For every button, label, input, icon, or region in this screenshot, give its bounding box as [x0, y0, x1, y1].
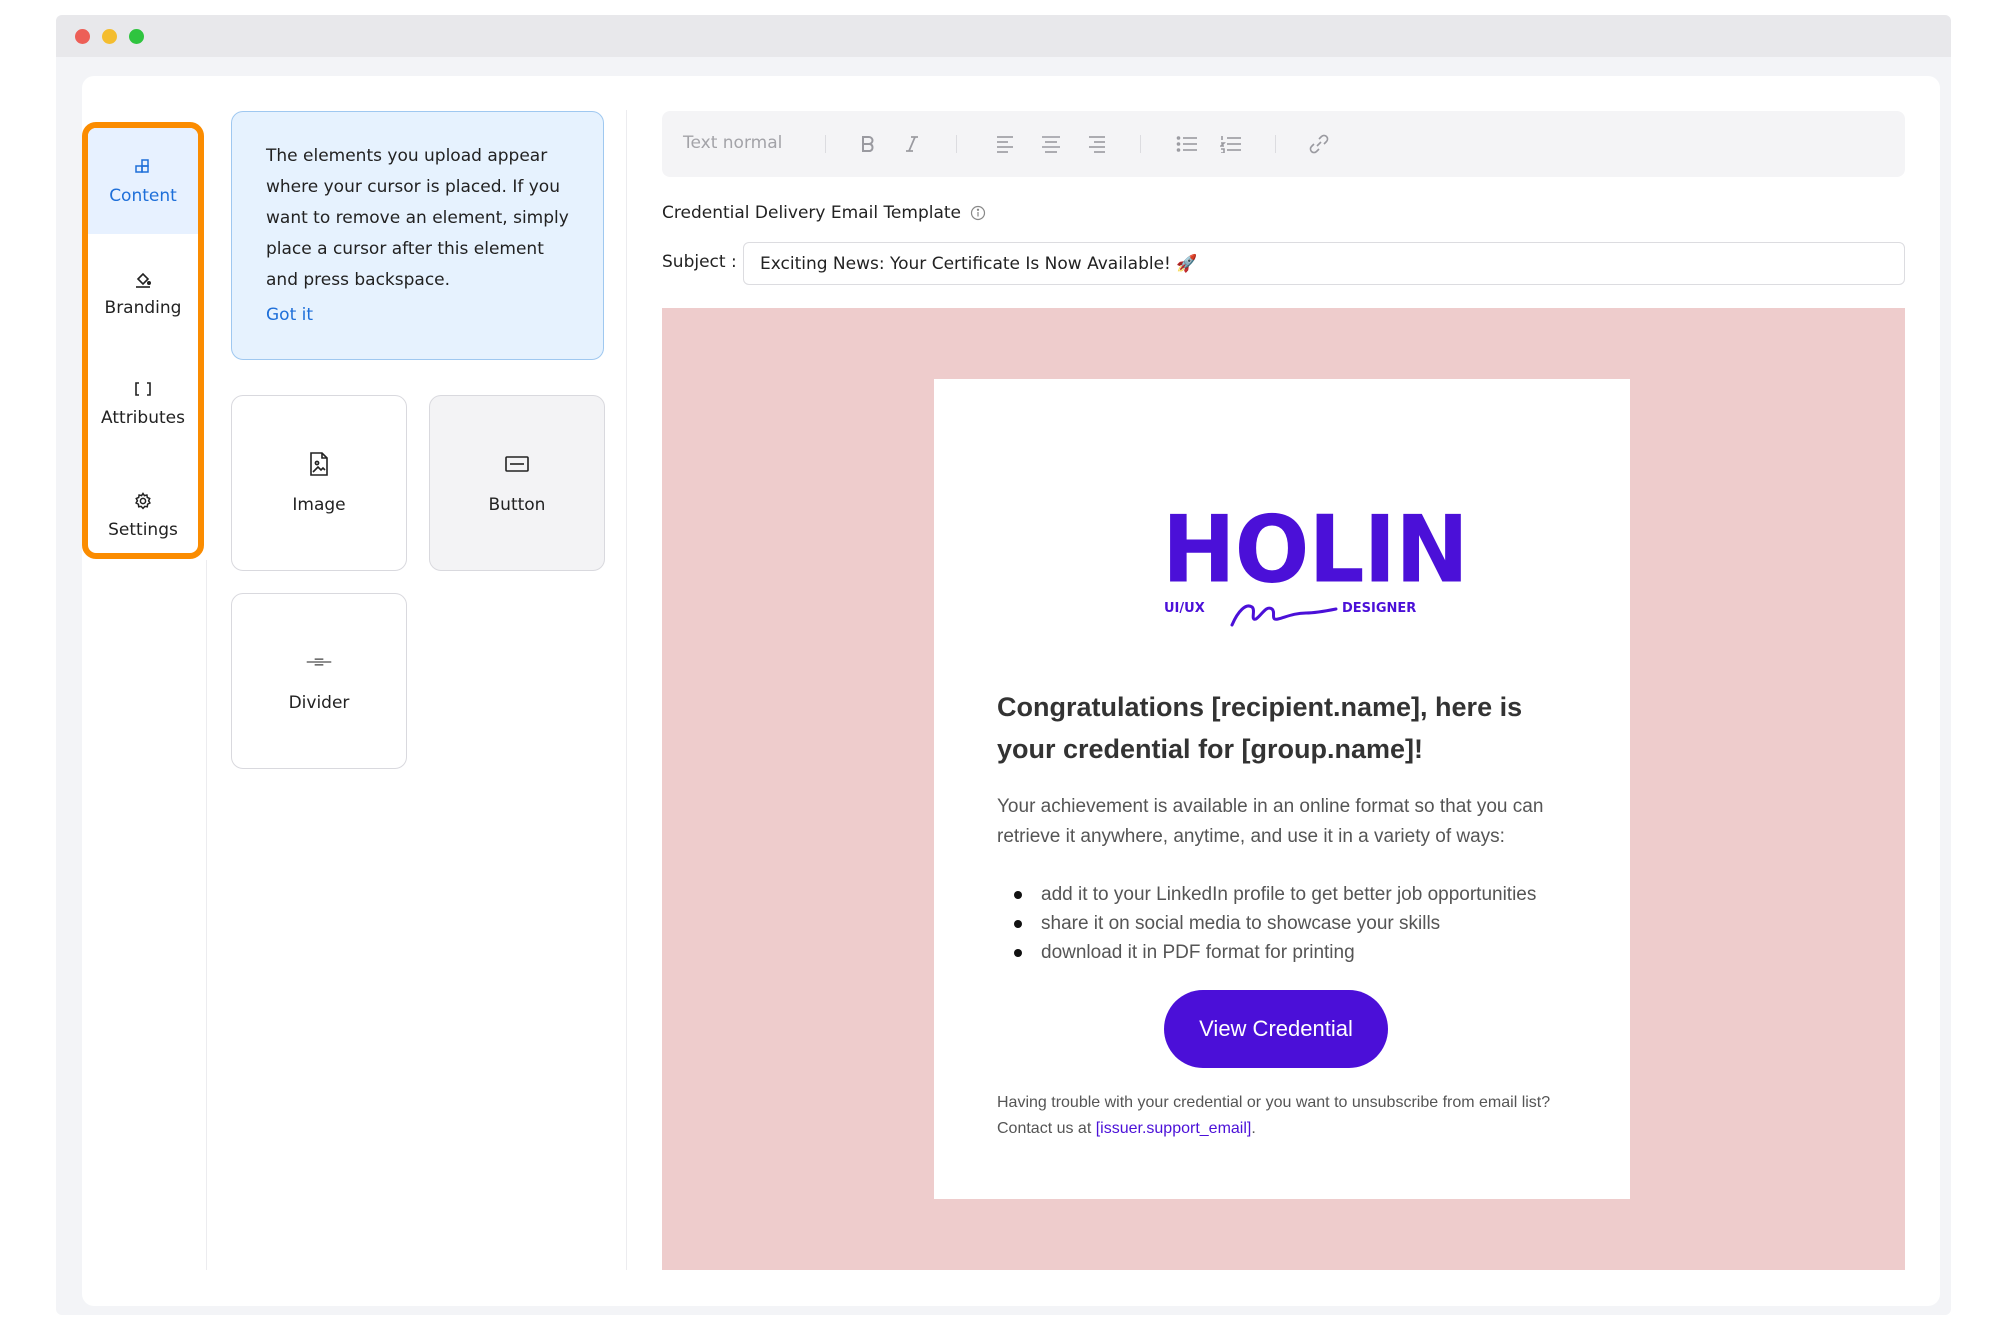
brackets-icon	[132, 378, 154, 400]
numbered-list-icon[interactable]	[1219, 132, 1243, 156]
subject-label: Subject :	[662, 252, 737, 272]
logo-right-tag: DESIGNER	[1342, 601, 1417, 616]
align-left-icon[interactable]	[994, 132, 1018, 156]
italic-icon[interactable]	[900, 132, 924, 156]
nav-divider	[206, 560, 207, 1270]
nav-label-branding: Branding	[104, 298, 182, 318]
text-style-select[interactable]: Text normal	[683, 133, 782, 153]
image-file-icon	[306, 451, 332, 477]
maximize-window-button[interactable]	[129, 29, 144, 44]
footer-text: Having trouble with your credential or y…	[997, 1094, 1551, 1137]
info-tip-box: The elements you upload appear where you…	[231, 111, 604, 360]
email-benefits-list: add it to your LinkedIn profile to get b…	[997, 880, 1597, 967]
window-titlebar	[56, 15, 1951, 57]
got-it-link[interactable]: Got it	[266, 305, 313, 325]
list-item: share it on social media to showcase you…	[997, 909, 1597, 938]
button-block[interactable]: Button	[429, 395, 605, 571]
logo-wordmark: HOLIN	[1162, 495, 1469, 604]
image-block-label: Image	[292, 495, 346, 515]
toolbar-separator	[1275, 135, 1276, 153]
template-title-text: Credential Delivery Email Template	[662, 203, 962, 223]
logo-left-tag: UI/UX	[1164, 601, 1205, 616]
divider-block[interactable]: Divider	[231, 593, 407, 769]
subject-input[interactable]: Exciting News: Your Certificate Is Now A…	[743, 242, 1905, 285]
minimize-window-button[interactable]	[102, 29, 117, 44]
logo-signature-swash	[1230, 604, 1338, 627]
template-title: Credential Delivery Email Template	[662, 203, 986, 223]
content-blocks-icon	[132, 156, 154, 178]
nav-item-branding[interactable]: Branding	[88, 240, 198, 346]
info-icon[interactable]	[970, 205, 986, 221]
nav-label-attributes: Attributes	[101, 408, 185, 428]
list-item: add it to your LinkedIn profile to get b…	[997, 880, 1597, 909]
paint-bucket-icon	[132, 268, 154, 290]
footer-end: .	[1251, 1120, 1256, 1137]
nav-label-content: Content	[109, 186, 177, 206]
bold-icon[interactable]	[856, 132, 880, 156]
toolbar-separator	[825, 135, 826, 153]
button-block-label: Button	[488, 495, 546, 515]
nav-label-settings: Settings	[108, 520, 178, 540]
divider-icon	[306, 649, 332, 675]
holin-logo: HOLIN UI/UX DESIGNER	[1162, 495, 1469, 635]
view-credential-button[interactable]: View Credential	[1164, 990, 1388, 1068]
align-center-icon[interactable]	[1039, 132, 1063, 156]
divider-block-label: Divider	[288, 693, 350, 713]
link-icon[interactable]	[1307, 132, 1331, 156]
email-paragraph: Your achievement is available in an onli…	[997, 796, 1544, 847]
support-email-link[interactable]: [issuer.support_email]	[1096, 1120, 1252, 1137]
nav-item-settings[interactable]: Settings	[88, 462, 198, 568]
editor-side-nav: Content Branding Attributes Settings	[82, 122, 204, 559]
image-block[interactable]: Image	[231, 395, 407, 571]
nav-item-attributes[interactable]: Attributes	[88, 350, 198, 456]
email-footer: Having trouble with your credential or y…	[997, 1090, 1577, 1142]
list-item: download it in PDF format for printing	[997, 938, 1597, 967]
close-window-button[interactable]	[75, 29, 90, 44]
gear-icon	[132, 490, 154, 512]
button-icon	[504, 451, 530, 477]
email-heading: Congratulations [recipient.name], here i…	[997, 692, 1523, 764]
toolbar-separator	[1140, 135, 1141, 153]
nav-item-content[interactable]: Content	[88, 128, 198, 234]
panel-divider	[626, 110, 627, 1270]
tip-text: The elements you upload appear where you…	[266, 146, 569, 290]
text-format-toolbar: Text normal	[662, 111, 1905, 177]
toolbar-separator	[956, 135, 957, 153]
align-right-icon[interactable]	[1084, 132, 1108, 156]
bullet-list-icon[interactable]	[1175, 132, 1199, 156]
